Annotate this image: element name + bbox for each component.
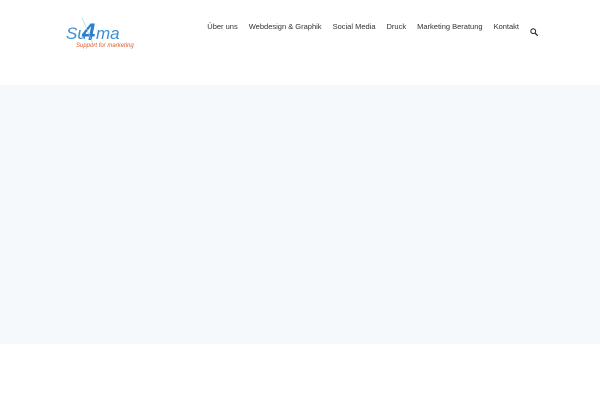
- site-logo[interactable]: Su 4 ma Support for marketing: [66, 16, 138, 50]
- nav-item-druck[interactable]: Druck: [387, 21, 407, 33]
- site-header: Su 4 ma Support for marketing Über uns W…: [0, 0, 600, 85]
- su4ma-logo-graphic: Su 4 ma Support for marketing: [66, 17, 134, 49]
- main-navigation: Über uns Webdesign & Graphik Social Medi…: [207, 21, 539, 37]
- nav-item-webdesign-graphik[interactable]: Webdesign & Graphik: [249, 21, 322, 33]
- search-icon[interactable]: [530, 23, 539, 37]
- nav-item-ueber-uns[interactable]: Über uns: [207, 21, 237, 33]
- logo-text-ma: ma: [96, 24, 120, 43]
- page-bottom-area: [0, 344, 600, 400]
- nav-item-marketing-beratung[interactable]: Marketing Beratung: [417, 21, 482, 33]
- logo-tagline: Support for marketing: [76, 43, 134, 49]
- nav-item-kontakt[interactable]: Kontakt: [494, 21, 519, 33]
- nav-item-social-media[interactable]: Social Media: [333, 21, 376, 33]
- hero-section: [0, 85, 600, 344]
